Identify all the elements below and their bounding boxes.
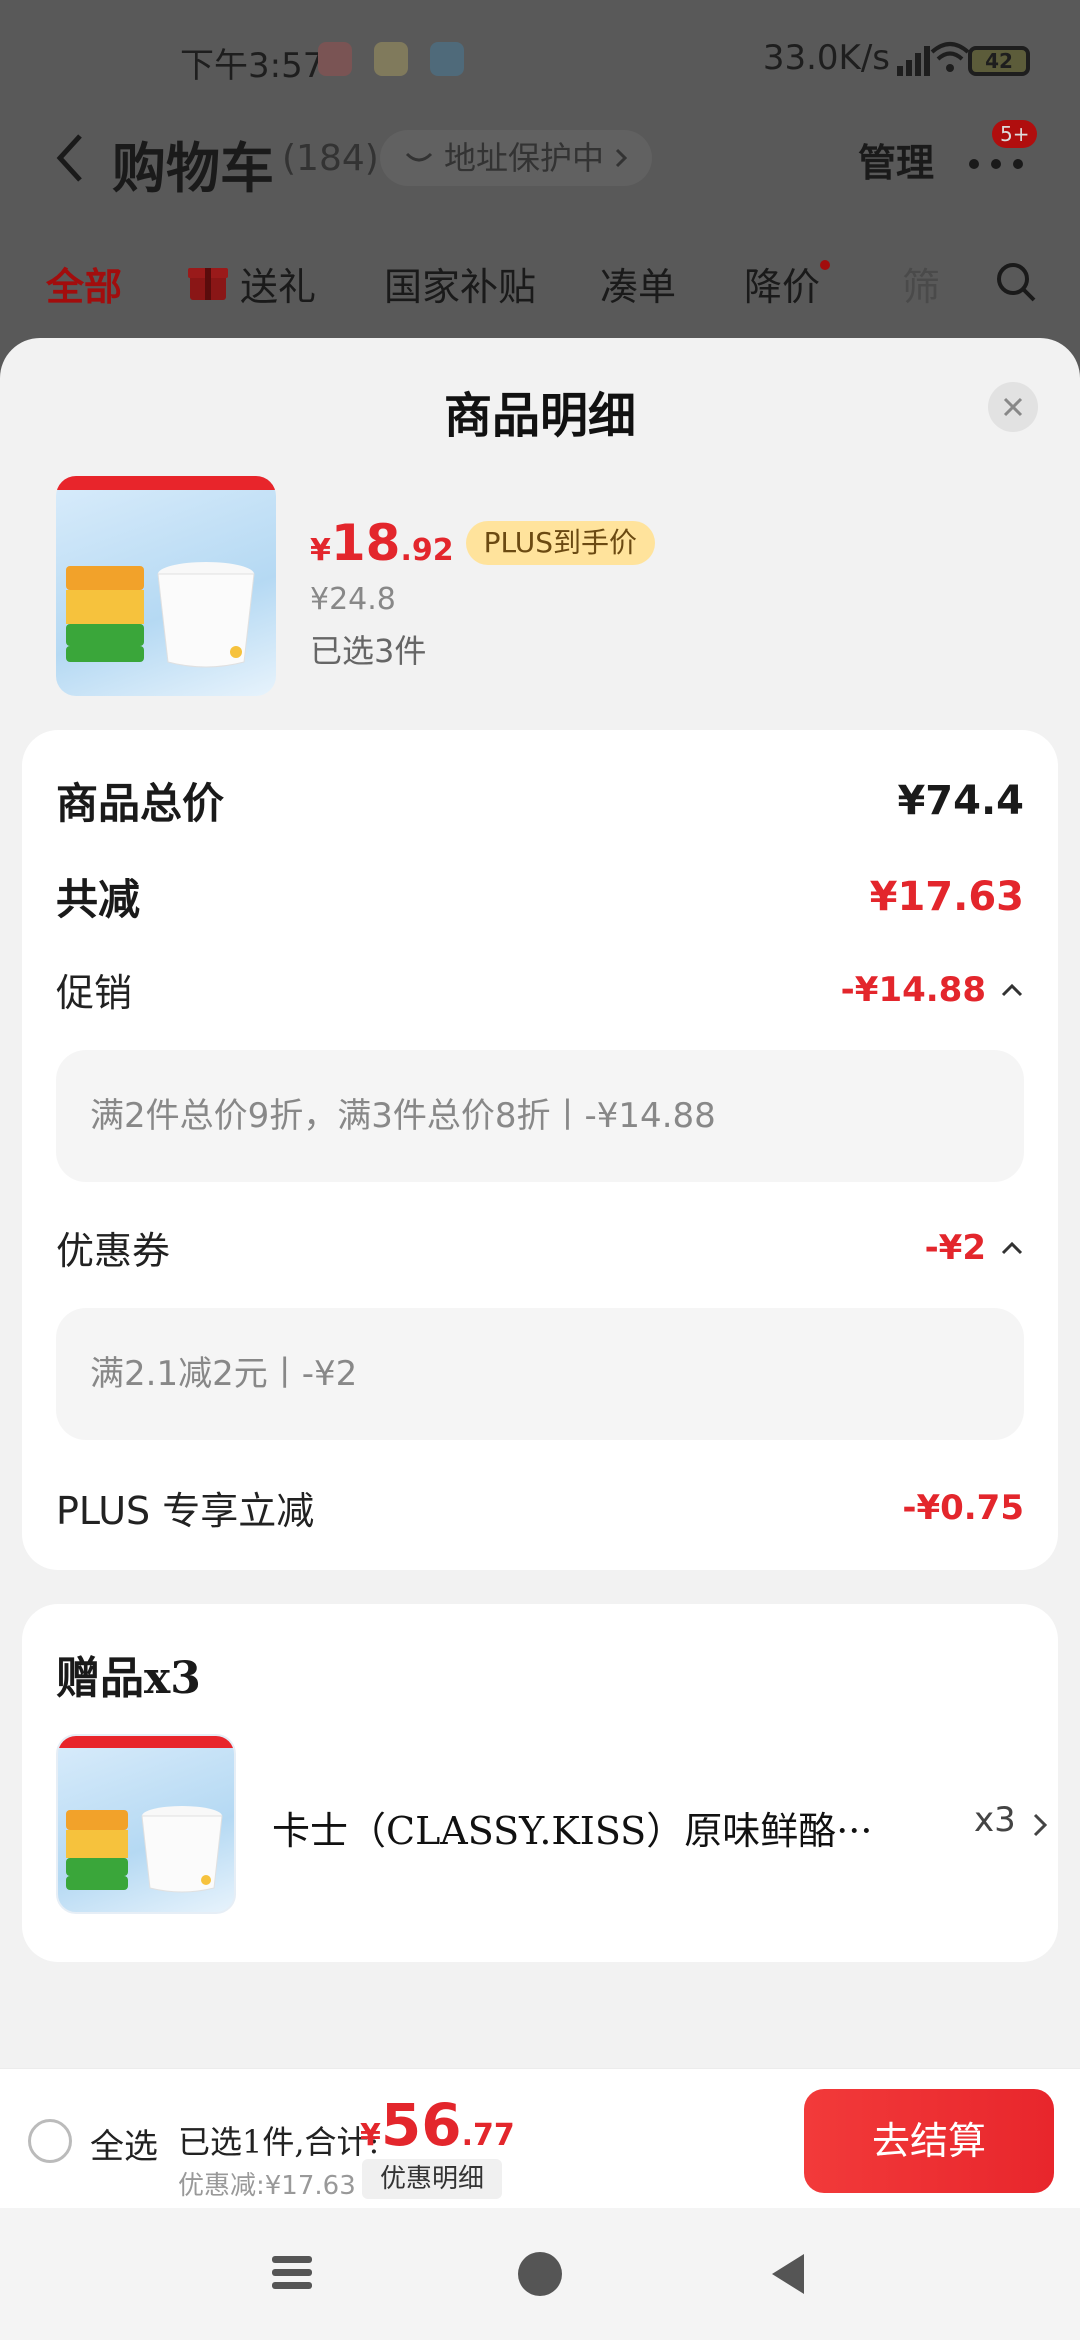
gift-name[interactable]: 卡士（CLASSY.KISS）原味鲜酪··· [272,1800,872,1855]
total-reduce-value: ¥17.63 [869,873,1024,920]
coupon-row[interactable]: 优惠券 -¥2 [56,1220,1024,1275]
tab-gift[interactable]: 送礼 [240,256,316,311]
price-symbol: ¥ [310,533,331,568]
total-reduce-row: 共减 ¥17.63 [56,866,1024,927]
chevron-right-icon [615,148,628,168]
status-bar: 下午3:57 33.0K/s 42 [0,30,1080,94]
address-label: 地址保护中 [444,139,605,177]
product-price: ¥ 18 .92 PLUS到手价 [310,514,655,572]
close-button[interactable] [988,382,1038,432]
discount-detail-button[interactable]: 优惠明细 [362,2159,503,2199]
total-payable: ¥ 56 .77 [360,2091,515,2159]
system-nav-bar [0,2208,1080,2340]
coupon-value: -¥2 [924,1227,986,1268]
network-speed: 33.0K/s [762,38,890,78]
cart-count: (184) [282,138,379,179]
discount-summary: 优惠减:¥17.63 [178,2171,356,2201]
total-price-value: ¥74.4 [897,777,1024,824]
signal-icon [897,46,930,76]
gift-title: 赠品x3 [56,1653,201,1704]
coupon-label: 优惠券 [56,1229,171,1273]
search-icon[interactable] [994,260,1038,304]
home-icon[interactable] [518,2252,562,2296]
select-all-checkbox[interactable] [28,2119,72,2163]
recent-apps-icon[interactable] [270,2254,314,2292]
plus-price-tag: PLUS到手价 [465,521,655,565]
gift-card: 赠品x3 卡士（CLASSY.KISS）原味鲜酪··· x3 [22,1604,1058,1962]
manage-button[interactable]: 管理 [858,132,934,187]
tab-price-drop[interactable]: 降价 [744,256,820,311]
checkout-button[interactable]: 去结算 [804,2089,1054,2193]
promotion-row[interactable]: 促销 -¥14.88 [56,962,1024,1017]
price-breakdown-card: 商品总价 ¥74.4 共减 ¥17.63 促销 -¥14.88 满2件总价9折，… [22,730,1058,1570]
product-image[interactable] [56,476,276,696]
back-arrow-icon[interactable] [52,132,88,184]
tab-all[interactable]: 全部 [46,256,122,311]
address-protection-button[interactable]: 地址保护中 [380,130,653,186]
plus-discount-row: PLUS 专享立减 -¥0.75 [56,1480,1024,1535]
page-title: 购物车 [112,137,274,200]
total-reduce-label: 共减 [56,875,141,924]
video-notification-icon [430,42,464,76]
tab-subsidy[interactable]: 国家补贴 [384,256,536,311]
back-triangle-icon[interactable] [768,2252,808,2296]
product-detail-sheet: 商品明细 ¥ 18 .92 PLUS到手价 ¥24.8 已选3件 商品总价 ¥7… [0,338,1080,2068]
plus-discount-label: PLUS 专享立减 [56,1489,315,1533]
total-symbol: ¥ [360,2118,381,2153]
sheet-title: 商品明细 [443,388,636,444]
tab-bundle[interactable]: 凑单 [600,256,676,311]
total-integer: 56 [380,2091,462,2159]
battery-icon: 42 [968,46,1030,76]
original-price: ¥24.8 [310,582,396,617]
promotion-detail: 满2件总价9折，满3件总价8折丨-¥14.88 [56,1050,1024,1182]
total-decimal: .77 [461,2118,515,2153]
chevron-up-icon[interactable] [1000,982,1024,998]
checkout-bar: 全选 已选1件,合计: ¥ 56 .77 优惠减:¥17.63 优惠明细 去结算 [0,2068,1080,2208]
price-decimal: .92 [400,533,454,568]
wifi-icon [930,40,970,83]
message-badge: 5+ [992,120,1038,148]
gift-quantity: x3 [974,1800,1016,1840]
selected-quantity: 已选3件 [310,632,427,670]
total-price-label: 商品总价 [56,779,225,828]
notes-notification-icon [374,42,408,76]
coupon-detail: 满2.1减2元丨-¥2 [56,1308,1024,1440]
tab-filter[interactable]: 筛 [902,256,940,311]
yogurt-gift-picture [58,1736,234,1893]
chevron-right-icon[interactable] [1032,1812,1048,1838]
plus-discount-value: -¥0.75 [902,1487,1024,1528]
status-time: 下午3:57 [180,46,325,86]
chevron-up-icon[interactable] [1000,1240,1024,1256]
select-all-label[interactable]: 全选 [90,2119,158,2168]
close-icon [1003,397,1023,417]
notification-icons [318,42,464,76]
gift-image[interactable] [56,1734,236,1914]
total-price-row: 商品总价 ¥74.4 [56,770,1024,831]
price-drop-dot [820,260,830,270]
cart-header: 购物车 (184) 地址保护中 管理 5+ [0,120,1080,200]
gift-icon [188,268,228,300]
price-integer: 18 [330,514,401,572]
shield-smile-icon [405,152,433,162]
promotion-value: -¥14.88 [840,969,986,1010]
summary-label: 已选1件,合计: [178,2123,380,2161]
yogurt-product-picture [56,476,276,668]
promotion-label: 促销 [56,971,133,1015]
app-notification-icon [318,42,352,76]
filter-tabs: 全部 送礼 国家补贴 凑单 降价 筛 [0,250,1080,314]
more-icon[interactable] [966,144,1026,184]
